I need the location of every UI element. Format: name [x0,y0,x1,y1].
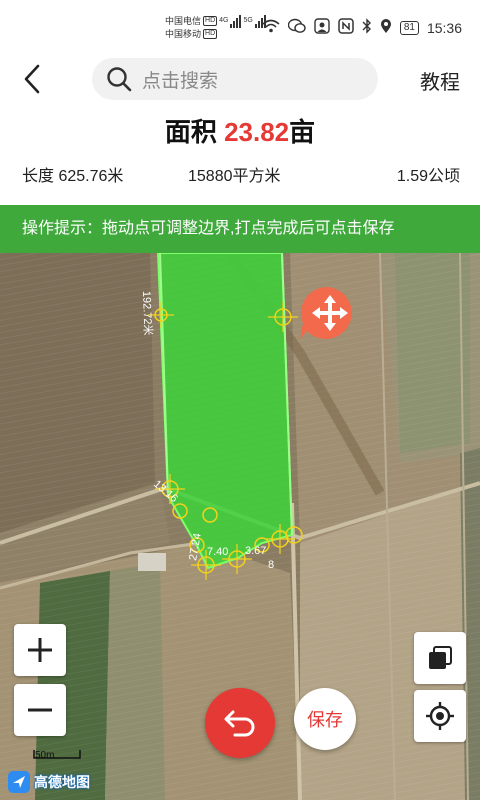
nfc-icon [338,18,354,37]
search-icon [107,67,132,92]
area-unit: 亩 [289,117,316,147]
carrier-1: 中国电信 [165,16,202,26]
amap-logo: 高德地图 [8,770,90,794]
wifi-icon [262,19,280,36]
hd-badge: HD [203,16,218,26]
plus-icon [28,638,52,662]
measurement-stats: 长度 625.76米 15880平方米 1.59公顷 [0,162,480,185]
undo-arrow-icon [224,710,255,737]
amap-logo-text: 高德地图 [34,774,90,790]
crosshair-locate-icon [426,702,454,730]
map-layer-button[interactable] [414,632,466,684]
clock: 15:36 [426,19,462,36]
hectares-stat: 1.59公顷 [396,168,460,185]
area-value: 23.82 [224,117,290,147]
search-input[interactable]: 点击搜索 [92,58,378,100]
move-handle-button[interactable] [300,283,360,343]
signal-icon [230,14,242,28]
layers-icon [429,646,452,669]
operation-tip-bar: 操作提示：拖动点可调整边界,打点完成后可点击保存 [0,205,480,253]
network-type-1: 4G [219,17,229,24]
zoom-out-button[interactable] [14,684,66,736]
amap-logo-icon [8,771,30,793]
carrier-info: 中国电信 HD 4G 5G 中国移动 HD [165,14,266,40]
scale-label: 50m [35,750,55,761]
undo-button[interactable] [205,688,275,758]
search-placeholder: 点击搜索 [142,70,219,92]
battery-icon: 81 [399,20,419,35]
network-type-2: 5G [243,17,253,24]
minus-icon [28,708,52,712]
area-title: 面积 23.82亩 [0,112,480,149]
status-bar: 中国电信 HD 4G 5G 中国移动 HD 81 15:36 [0,0,480,50]
location-pin-icon [380,18,392,37]
header: 点击搜索 教程 [0,50,480,108]
back-button[interactable] [18,62,48,96]
move-arrows-icon [300,287,352,339]
tutorial-link[interactable]: 教程 [420,66,460,95]
status-icons: 81 15:36 [262,18,462,37]
chevron-left-icon [24,64,40,94]
hd-badge: HD [203,29,218,39]
bluetooth-icon [362,18,372,37]
area-label: 面积 [164,117,217,147]
carrier-2: 中国移动 [165,29,202,39]
locate-me-button[interactable] [414,690,466,742]
save-button[interactable]: 保存 [294,688,356,750]
app-notification-icon [314,18,330,37]
square-meters-stat: 15880平方米 [188,168,281,185]
wechat-icon [287,18,306,37]
length-stat: 长度 625.76米 [22,168,124,185]
zoom-in-button[interactable] [14,624,66,676]
